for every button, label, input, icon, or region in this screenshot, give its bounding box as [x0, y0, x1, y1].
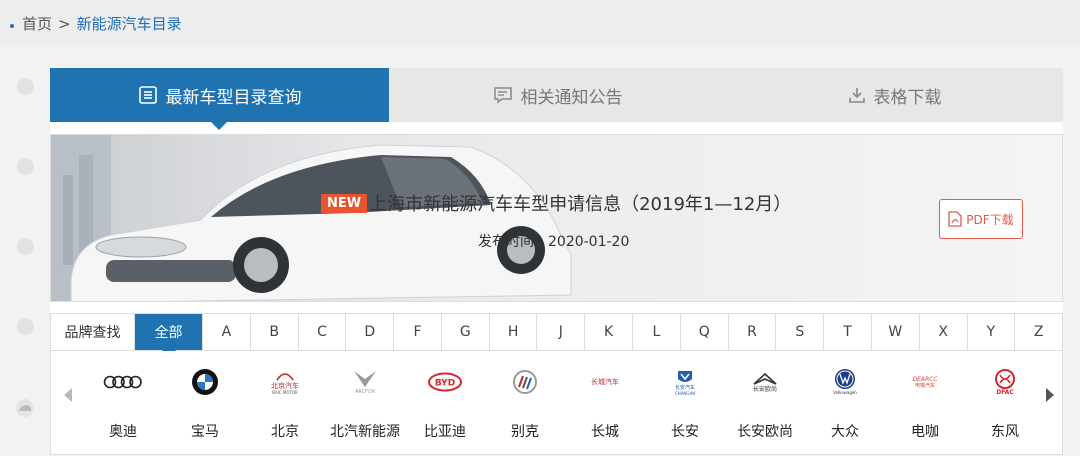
- brand-name: 北京: [271, 424, 299, 440]
- side-nav-dot[interactable]: [17, 78, 34, 95]
- letter-y[interactable]: Y: [968, 314, 1016, 350]
- chevron-left-icon: [64, 388, 72, 402]
- letter-c[interactable]: C: [299, 314, 347, 350]
- audi-logo: [83, 357, 163, 407]
- brand-name: 奥迪: [109, 424, 137, 440]
- brand-name: 别克: [511, 424, 539, 440]
- breadcrumb-home-link[interactable]: 首页: [22, 13, 52, 34]
- buick-logo: [485, 357, 565, 407]
- bullet-icon: [10, 23, 14, 28]
- main-panel: 最新车型目录查询 相关通知公告 表格下载 NEW 上海市新能源汽车车型申请信息（…: [50, 68, 1063, 455]
- carousel-prev-button[interactable]: [61, 385, 75, 405]
- brand-item-bmw[interactable]: 宝马: [165, 357, 245, 441]
- pdf-download-label: PDF下载: [966, 212, 1014, 227]
- publish-date-label: 发布时间：: [478, 234, 548, 250]
- letter-b[interactable]: B: [251, 314, 299, 350]
- chevron-right-icon: [1046, 388, 1054, 402]
- brand-name: 北汽新能源: [330, 424, 400, 440]
- arcfox-logo: ARCFOX: [325, 357, 405, 407]
- letter-d[interactable]: D: [346, 314, 395, 350]
- car-side-icon[interactable]: [15, 398, 35, 418]
- brand-carousel: 奥迪 宝马 北京汽车 BAIC MOTOR 北京 ARCFOX 北汽新能源 BY…: [50, 351, 1063, 455]
- byd-logo: BYD: [405, 357, 485, 407]
- brand-item-greatwall[interactable]: 长城汽车 长城: [565, 357, 645, 441]
- brand-name: 长安: [671, 424, 699, 440]
- brand-name: 东风: [991, 424, 1019, 440]
- pdf-download-button[interactable]: PDF下载: [939, 199, 1023, 239]
- download-icon: [848, 86, 866, 104]
- bmw-logo: [165, 357, 245, 407]
- list-icon: [138, 85, 158, 105]
- changan-logo: 长安汽车 CHANGAN: [645, 357, 725, 407]
- breadcrumb-bar: 首页 > 新能源汽车目录: [0, 0, 1080, 47]
- brand-item-arcfox[interactable]: ARCFOX 北汽新能源: [325, 357, 405, 441]
- brand-item-dfac[interactable]: DFAC 东风: [965, 357, 1045, 441]
- side-nav-dot[interactable]: [17, 158, 34, 175]
- letter-g[interactable]: G: [442, 314, 490, 350]
- banner-title-text: 上海市新能源汽车车型申请信息（2019年1—12月）: [369, 194, 792, 215]
- brand-item-vw[interactable]: Volkswagen 大众: [805, 357, 885, 441]
- brand-name: 长安欧尚: [737, 424, 793, 440]
- brand-name: 宝马: [191, 424, 219, 440]
- breadcrumb-separator: >: [58, 14, 71, 33]
- tab-notices[interactable]: 相关通知公告: [389, 68, 726, 122]
- brand-item-oshan[interactable]: 长安欧尚 长安欧尚: [725, 357, 805, 441]
- breadcrumb: 首页 > 新能源汽车目录: [10, 13, 182, 34]
- new-badge: NEW: [321, 193, 368, 213]
- dfac-logo: DFAC: [965, 357, 1045, 407]
- brand-name: 长城: [591, 424, 619, 440]
- car-image: [51, 135, 572, 301]
- brand-name: 比亚迪: [424, 424, 466, 440]
- letter-l[interactable]: L: [633, 314, 681, 350]
- svg-text:BYD: BYD: [435, 379, 455, 389]
- tab-downloads[interactable]: 表格下载: [726, 68, 1063, 122]
- vw-logo: Volkswagen: [805, 357, 885, 407]
- letter-h[interactable]: H: [490, 314, 538, 350]
- letter-s[interactable]: S: [776, 314, 825, 350]
- banner-title[interactable]: NEW 上海市新能源汽车车型申请信息（2019年1—12月）: [321, 190, 791, 216]
- brand-item-audi[interactable]: 奥迪: [83, 357, 163, 441]
- tab-bar: 最新车型目录查询 相关通知公告 表格下载: [50, 68, 1063, 130]
- tab-label: 最新车型目录查询: [165, 87, 302, 108]
- letter-t[interactable]: T: [824, 314, 872, 350]
- letter-k[interactable]: K: [585, 314, 634, 350]
- letter-x[interactable]: X: [920, 314, 968, 350]
- news-banner[interactable]: NEW 上海市新能源汽车车型申请信息（2019年1—12月） 发布时间：2020…: [50, 134, 1063, 302]
- side-nav-dot[interactable]: [17, 238, 34, 255]
- oshan-logo: 长安欧尚: [725, 357, 805, 407]
- tab-label: 表格下载: [873, 87, 942, 108]
- enovate-logo: DEARCC 电咖汽车: [912, 375, 938, 389]
- letter-r[interactable]: R: [729, 314, 777, 350]
- brand-item-baic[interactable]: 北京汽车 BAIC MOTOR 北京: [245, 357, 325, 441]
- message-icon: [493, 85, 513, 105]
- brand-item-enovate[interactable]: DEARCC 电咖汽车 电咖: [885, 357, 965, 441]
- publish-date-value: 2020-01-20: [548, 234, 630, 250]
- breadcrumb-current[interactable]: 新能源汽车目录: [77, 13, 182, 34]
- tab-model-catalog[interactable]: 最新车型目录查询: [50, 68, 389, 130]
- brand-item-byd[interactable]: BYD 比亚迪: [405, 357, 485, 441]
- letter-all[interactable]: 全部: [135, 314, 203, 357]
- brand-item-changan[interactable]: 长安汽车 CHANGAN 长安: [645, 357, 725, 441]
- pdf-file-icon: [948, 211, 962, 227]
- side-nav-dot[interactable]: [17, 318, 34, 335]
- letter-j[interactable]: J: [537, 314, 586, 350]
- carousel-next-button[interactable]: [1043, 385, 1057, 405]
- greatwall-logo: 长城汽车: [591, 378, 619, 386]
- brand-item-buick[interactable]: 别克: [485, 357, 565, 441]
- publish-date: 发布时间：2020-01-20: [478, 231, 629, 251]
- letter-f[interactable]: F: [394, 314, 442, 350]
- tab-label: 相关通知公告: [520, 87, 623, 108]
- letter-q[interactable]: Q: [681, 314, 729, 350]
- letter-w[interactable]: W: [872, 314, 920, 350]
- baic-logo: 北京汽车 BAIC MOTOR: [245, 357, 325, 407]
- letter-z[interactable]: Z: [1015, 314, 1062, 350]
- brand-name: 大众: [831, 424, 859, 440]
- brand-filter-label: 品牌查找: [51, 314, 135, 350]
- brand-name: 电咖: [911, 424, 939, 440]
- brand-letter-filter: 品牌查找 全部 A B C D F G H J K L Q R S T W X …: [50, 313, 1063, 357]
- letter-a[interactable]: A: [203, 314, 251, 350]
